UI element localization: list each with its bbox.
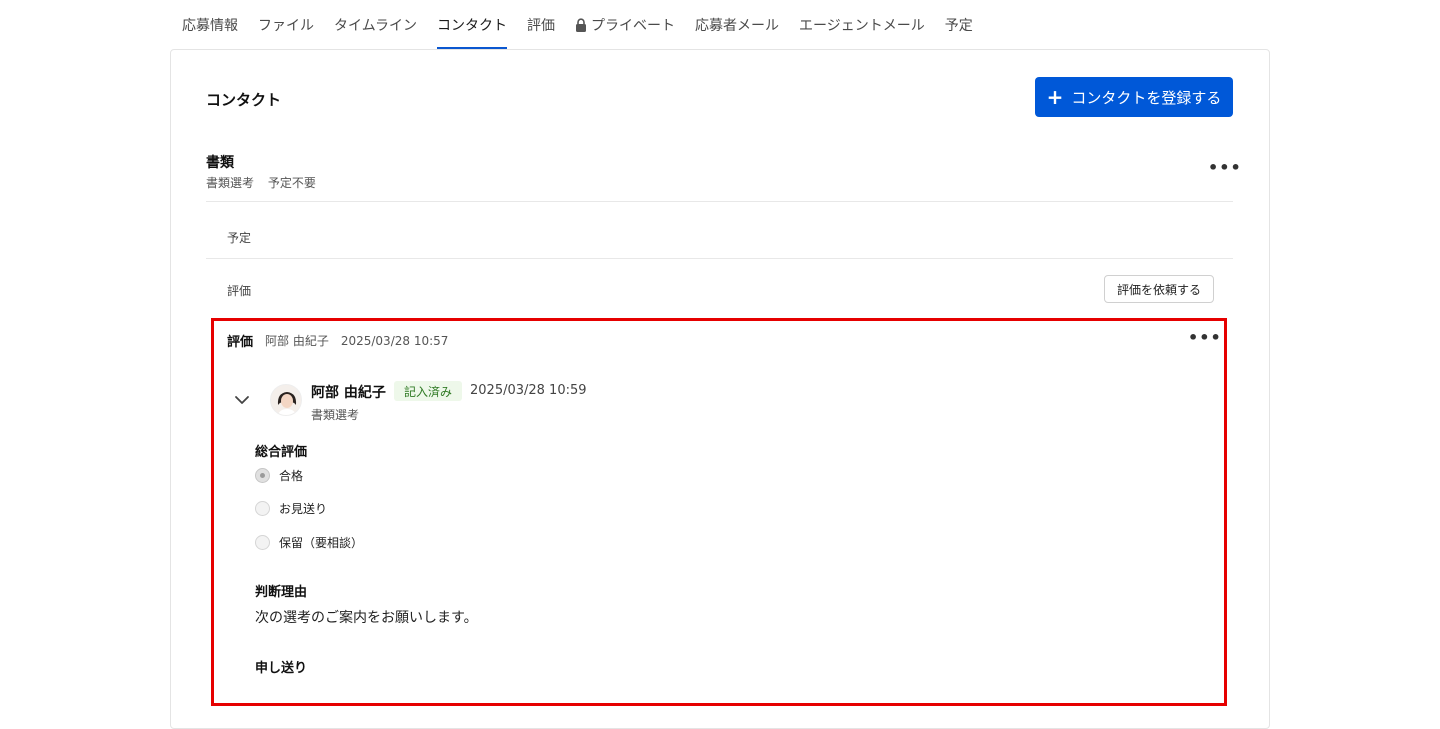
tab-evaluation[interactable]: 評価 xyxy=(517,0,565,50)
divider xyxy=(206,258,1233,259)
radio-button[interactable] xyxy=(255,501,270,516)
tab-application-info[interactable]: 応募情報 xyxy=(172,0,248,50)
register-contact-label: コンタクトを登録する xyxy=(1071,88,1222,107)
evaluation-row-label: 評価 xyxy=(227,284,252,298)
tab-files[interactable]: ファイル xyxy=(248,0,324,50)
evaluation-more-icon[interactable]: ••• xyxy=(1188,328,1222,347)
section-title: コンタクト xyxy=(206,91,282,109)
radio-option-reject[interactable]: お見送り xyxy=(255,500,327,517)
review-stage: 書類選考 xyxy=(311,408,360,422)
evaluation-requested-at: 2025/03/28 10:57 xyxy=(340,333,449,348)
tab-bar: 応募情報 ファイル タイムライン コンタクト 評価 プライベート 応募者メール … xyxy=(172,0,983,50)
reviewer-name: 阿部 由紀子 xyxy=(311,385,386,401)
radio-option-hold[interactable]: 保留（要相談） xyxy=(255,534,363,551)
divider xyxy=(206,201,1233,202)
radio-option-pass[interactable]: 合格 xyxy=(255,467,303,484)
avatar xyxy=(270,384,302,416)
document-stage: 書類選考 xyxy=(206,176,255,190)
review-submitted-at: 2025/03/28 10:59 xyxy=(470,383,587,398)
radio-label: 保留（要相談） xyxy=(279,536,364,550)
chevron-down-icon[interactable] xyxy=(234,392,250,408)
radio-button[interactable] xyxy=(255,535,270,550)
lock-icon xyxy=(576,18,587,32)
status-badge: 記入済み xyxy=(394,381,463,401)
reason-text: 次の選考のご案内をお願いします。 xyxy=(255,610,478,626)
tab-agent-mail[interactable]: エージェントメール xyxy=(789,0,935,50)
overall-evaluation-title: 総合評価 xyxy=(255,445,308,460)
evaluation-header: 評価 阿部 由紀子 2025/03/28 10:57 xyxy=(227,331,449,351)
tab-contact[interactable]: コンタクト xyxy=(427,0,517,50)
evaluation-highlight-box xyxy=(211,318,1227,706)
document-title: 書類 xyxy=(206,155,234,171)
reason-title: 判断理由 xyxy=(255,585,308,600)
tab-timeline[interactable]: タイムライン xyxy=(324,0,427,50)
tab-private[interactable]: プライベート xyxy=(565,0,685,50)
tab-schedule[interactable]: 予定 xyxy=(935,0,983,50)
document-more-icon[interactable]: ••• xyxy=(1208,158,1242,177)
plus-icon: + xyxy=(1046,85,1064,109)
register-contact-button[interactable]: + コンタクトを登録する xyxy=(1035,77,1233,117)
evaluation-requester: 阿部 由紀子 xyxy=(265,334,329,348)
radio-label: お見送り xyxy=(279,502,328,516)
radio-label: 合格 xyxy=(279,469,304,483)
schedule-label: 予定 xyxy=(227,231,252,245)
document-subtitle: 書類選考 予定不要 xyxy=(206,174,326,191)
request-evaluation-button[interactable]: 評価を依頼する xyxy=(1104,275,1214,303)
tab-private-label: プライベート xyxy=(591,18,676,34)
radio-button[interactable] xyxy=(255,468,270,483)
tab-applicant-mail[interactable]: 応募者メール xyxy=(685,0,789,50)
document-schedule-status: 予定不要 xyxy=(267,176,316,190)
evaluation-label: 評価 xyxy=(227,335,254,350)
handover-title: 申し送り xyxy=(255,661,308,676)
